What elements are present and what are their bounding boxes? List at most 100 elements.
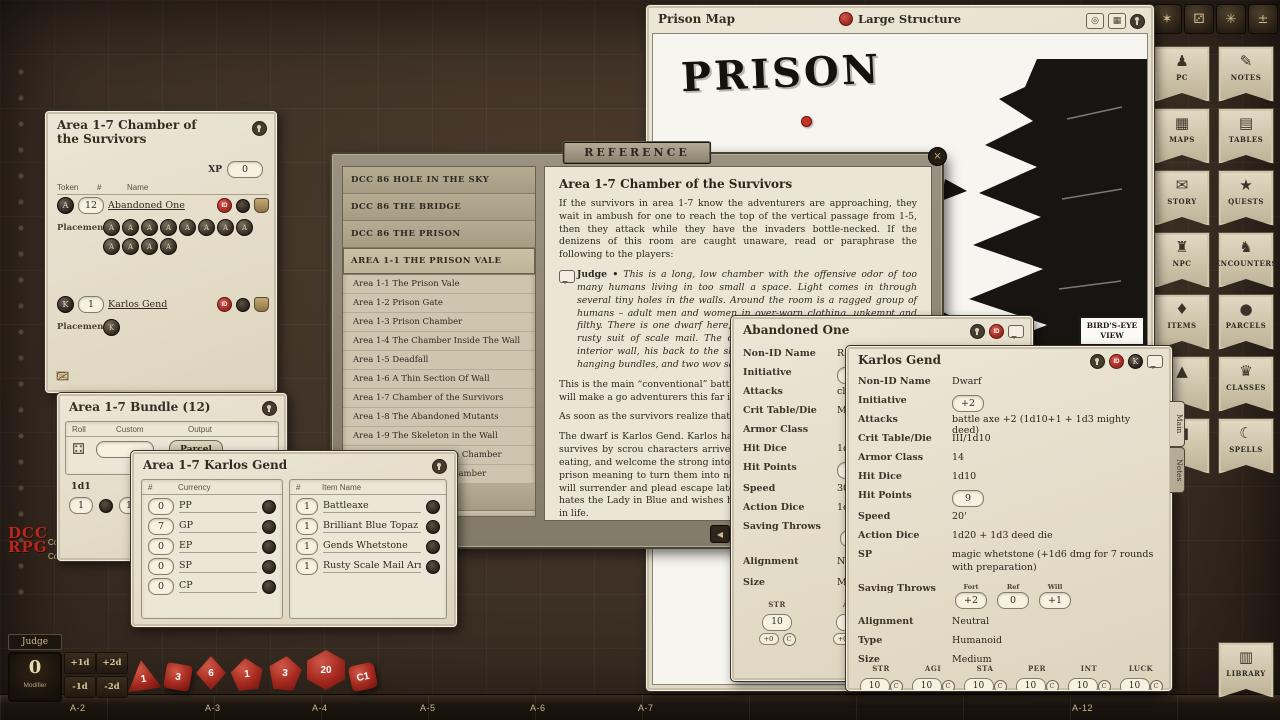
d8-die[interactable]: 6 (196, 656, 226, 690)
radial-menu-icon[interactable] (426, 520, 440, 534)
lock-icon[interactable] (1090, 354, 1105, 369)
radial-menu-icon[interactable] (426, 560, 440, 574)
sidebar-item-items[interactable]: ♦Items (1154, 294, 1210, 350)
placement-token[interactable]: A (141, 238, 158, 255)
radial-menu-icon[interactable] (262, 560, 276, 574)
radial-menu-icon[interactable] (426, 540, 440, 554)
save-field[interactable]: +1 (1039, 592, 1071, 609)
d12-die[interactable]: 3 (266, 654, 303, 691)
prison-map-titlebar[interactable]: Prison Map Large Structure ◎ ▦ (646, 5, 1154, 31)
result-count-field[interactable]: 1 (69, 497, 93, 514)
options-button[interactable]: ✳ (1216, 4, 1246, 34)
minus-1d-button[interactable]: -1d (64, 676, 96, 698)
d4-die[interactable]: 1 (124, 658, 162, 692)
window-title[interactable]: Karlos Gend (858, 353, 941, 367)
tab-notes[interactable]: Notes (1170, 447, 1185, 493)
field-value[interactable]: Dwarf (952, 376, 1160, 387)
ability-score-field[interactable]: 10 (860, 678, 890, 691)
hotkey-slot[interactable]: A-7 (638, 703, 654, 713)
ref-nav-item-selected[interactable]: AREA 1-1 THE PRISON VALE (343, 248, 535, 275)
xp-field[interactable]: 0 (227, 161, 263, 178)
map-pin-icon[interactable] (801, 116, 812, 127)
npc-link[interactable]: Karlos Gend (108, 299, 213, 310)
ref-nav-item[interactable]: DCC 86 THE PRISON (343, 221, 535, 248)
sidebar-item-parcels[interactable]: ●Parcels (1218, 294, 1274, 350)
coin-count-field[interactable]: 0 (148, 538, 174, 555)
coin-count-field[interactable]: 0 (148, 558, 174, 575)
sidebar-item-quests[interactable]: ★Quests (1218, 170, 1274, 226)
ref-nav-item[interactable]: Area 1-1 The Prison Vale (343, 275, 535, 294)
id-badge-icon[interactable]: ID (217, 297, 232, 312)
tab-main[interactable]: Main (1170, 401, 1185, 447)
sidebar-item-classes[interactable]: ♛Classes (1218, 356, 1274, 412)
ref-nav-item[interactable]: Area 1-9 The Skeleton in the Wall (343, 427, 535, 446)
field-value[interactable]: magic whetstone (+1d6 dmg for 7 rounds w… (952, 549, 1160, 575)
id-badge-icon[interactable]: ID (217, 198, 232, 213)
field-value[interactable]: 1d20 + 1d3 deed die (952, 530, 1160, 541)
coin-count-field[interactable]: 0 (148, 498, 174, 515)
hotkey-slot[interactable]: A-2 (70, 703, 86, 713)
placement-token[interactable]: A (160, 219, 177, 236)
d10-die[interactable]: 1 (229, 656, 264, 691)
d100-die[interactable]: C1 (348, 662, 379, 693)
lock-icon[interactable] (252, 121, 267, 136)
radial-menu-icon[interactable] (99, 499, 113, 513)
id-badge-icon[interactable]: ID (989, 324, 1004, 339)
ref-nav-item[interactable]: Area 1-6 A Thin Section Of Wall (343, 370, 535, 389)
placement-token[interactable]: A (122, 238, 139, 255)
sidebar-item-encounters[interactable]: ♞Encounters (1218, 232, 1274, 288)
placement-token[interactable]: A (236, 219, 253, 236)
back-arrow-button[interactable]: ◀ (710, 525, 730, 543)
plus-1d-button[interactable]: +1d (64, 652, 96, 674)
sidebar-item-spells[interactable]: ☾Spells (1218, 418, 1274, 474)
hotkey-bar[interactable]: A-2 A-3 A-4 A-5 A-6 A-7 A-12 (0, 694, 1280, 720)
save-field[interactable]: +2 (955, 592, 987, 609)
save-field[interactable]: 0 (997, 592, 1029, 609)
check-roll-button[interactable]: C (890, 680, 903, 691)
check-roll-button[interactable]: C (1046, 680, 1059, 691)
sidebar-item-pc[interactable]: ♟PC (1154, 46, 1210, 102)
d6-die[interactable]: 3 (163, 662, 193, 692)
loot-sack-icon[interactable] (254, 297, 269, 312)
check-roll-button[interactable]: C (783, 633, 796, 646)
modifier-box[interactable]: 0 Modifier (8, 652, 62, 702)
placement-token[interactable]: A (179, 219, 196, 236)
lock-icon[interactable] (1130, 14, 1145, 29)
hotkey-slot[interactable]: A-6 (530, 703, 546, 713)
close-icon[interactable]: × (928, 147, 947, 166)
lock-icon[interactable] (262, 401, 277, 416)
item-count-field[interactable]: 1 (296, 538, 318, 555)
sidebar-item-npc[interactable]: ♜NPC (1154, 232, 1210, 288)
ref-nav-item[interactable]: DCC 86 THE BRIDGE (343, 194, 535, 221)
placement-token[interactable]: A (198, 219, 215, 236)
radial-menu-button[interactable]: ✶ (1152, 4, 1182, 34)
ref-nav-item[interactable]: Area 1-3 Prison Chamber (343, 313, 535, 332)
window-title[interactable]: Abandoned One (743, 323, 849, 337)
field-value[interactable]: Humanoid (952, 635, 1160, 646)
check-roll-button[interactable]: C (942, 680, 955, 691)
item-count-field[interactable]: 1 (296, 518, 318, 535)
item-link[interactable]: Gends Whetstone (323, 540, 421, 553)
item-link[interactable]: Battleaxe (323, 500, 421, 513)
field-value[interactable]: 1d10 (952, 471, 1160, 482)
ability-score-field[interactable]: 10 (1016, 678, 1046, 691)
field-value[interactable]: III/1d10 (952, 433, 1160, 444)
npc-token[interactable]: K (57, 296, 74, 313)
sidebar-item-tables[interactable]: ▤Tables (1218, 108, 1274, 164)
hotkey-slot[interactable]: A-3 (205, 703, 221, 713)
check-roll-button[interactable]: C (994, 680, 1007, 691)
item-count-field[interactable]: 1 (296, 558, 318, 575)
plus-2d-button[interactable]: +2d (96, 652, 128, 674)
identity-judge-button[interactable]: Judge (8, 634, 62, 650)
placement-token[interactable]: A (217, 219, 234, 236)
window-title[interactable]: Area 1-7 Chamber of the Survivors (57, 118, 222, 147)
coin-count-field[interactable]: 0 (148, 578, 174, 595)
loot-sack-icon[interactable] (254, 198, 269, 213)
field-value[interactable]: Neutral (952, 616, 1160, 627)
coin-count-field[interactable]: 7 (148, 518, 174, 535)
item-link[interactable]: Rusty Scale Mail Armor (323, 560, 421, 573)
radial-menu-icon[interactable] (262, 520, 276, 534)
check-roll-button[interactable]: C (1098, 680, 1111, 691)
placement-token[interactable]: A (141, 219, 158, 236)
zoom-icon[interactable]: ◎ (1086, 13, 1104, 29)
